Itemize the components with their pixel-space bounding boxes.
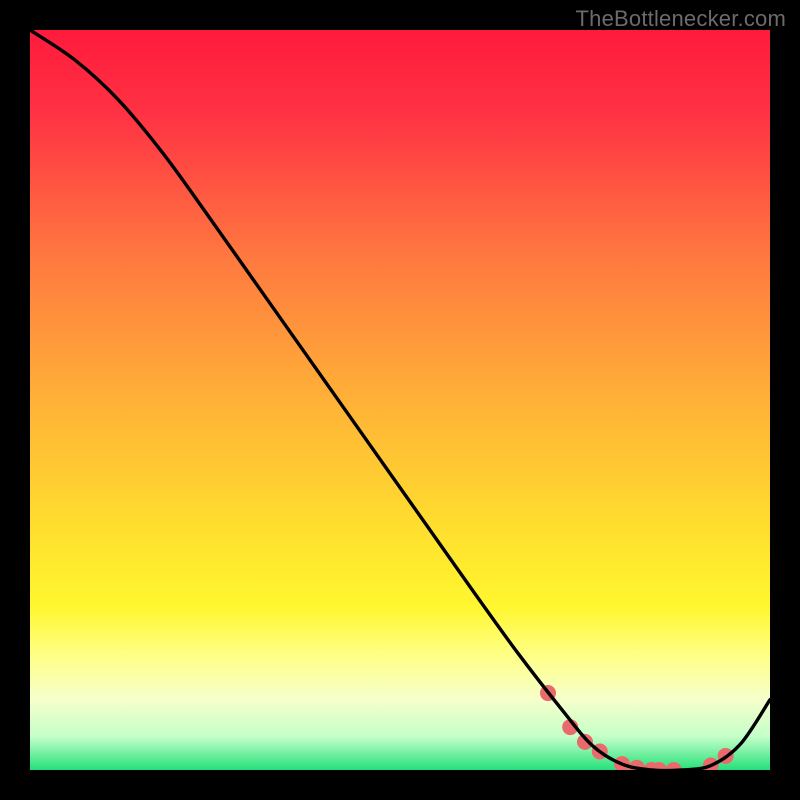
watermark-text: TheBottlenecker.com (576, 6, 786, 32)
bottleneck-chart (0, 0, 800, 800)
gradient-background (30, 30, 770, 770)
chart-stage: TheBottlenecker.com (0, 0, 800, 800)
